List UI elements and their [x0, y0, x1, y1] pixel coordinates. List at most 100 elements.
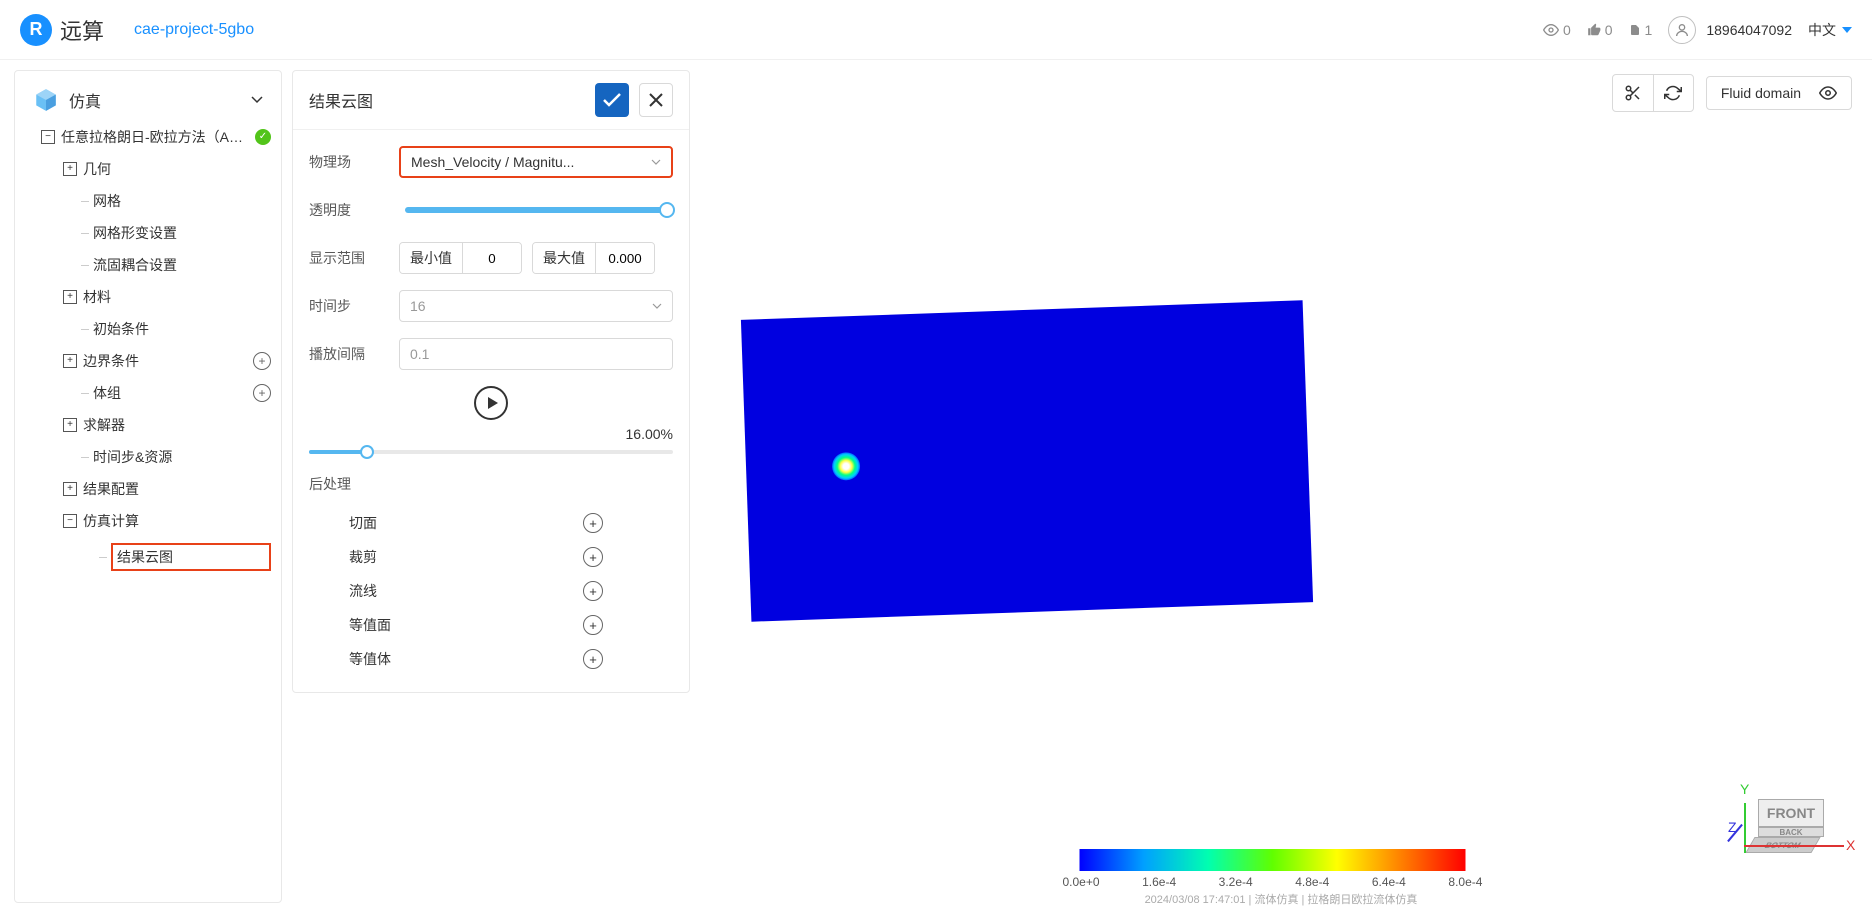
colorbar-tick: 6.4e-4 — [1372, 875, 1406, 889]
gizmo-front-face[interactable]: FRONT — [1758, 799, 1824, 827]
add-icon[interactable]: + — [253, 384, 271, 402]
simulation-result-surface — [741, 300, 1313, 621]
post-processing-item: 切面+ — [309, 506, 673, 540]
scissors-icon — [1624, 84, 1642, 102]
post-item-label: 裁剪 — [349, 547, 583, 567]
tree-item[interactable]: −仿真计算 — [21, 505, 275, 537]
file-icon — [1629, 23, 1641, 37]
user-section[interactable]: 18964047092 — [1668, 16, 1792, 44]
physics-field-select[interactable]: Mesh_Velocity / Magnitu... — [399, 146, 673, 178]
tree-item[interactable]: + 几何 — [21, 153, 275, 185]
add-icon[interactable]: + — [583, 615, 603, 635]
velocity-hotspot — [832, 452, 861, 481]
colorbar-tick: 8.0e-4 — [1448, 875, 1482, 889]
tree-item[interactable]: +求解器 — [21, 409, 275, 441]
tree-label: 材料 — [83, 287, 271, 307]
post-processing-item: 等值面+ — [309, 608, 673, 642]
tree-item[interactable]: 流固耦合设置 — [21, 249, 275, 281]
colorbar-ticks: 0.0e+01.6e-43.2e-44.8e-46.4e-48.0e-4 — [1063, 875, 1483, 889]
range-min-input[interactable] — [463, 243, 521, 273]
refresh-icon — [1664, 84, 1682, 102]
range-max-input[interactable] — [596, 243, 654, 273]
sidebar-title: 仿真 — [69, 88, 101, 112]
tree-item[interactable]: 网格形变设置 — [21, 217, 275, 249]
tree-collapse-icon[interactable]: − — [41, 130, 55, 144]
post-item-label: 切面 — [349, 513, 583, 533]
tree-label: 网格 — [93, 191, 271, 211]
interval-input[interactable]: 0.1 — [399, 338, 673, 370]
user-avatar-icon — [1668, 16, 1696, 44]
refresh-tool-button[interactable] — [1653, 75, 1693, 111]
project-name[interactable]: cae-project-5gbo — [134, 21, 254, 39]
tree-item[interactable]: +结果配置 — [21, 473, 275, 505]
play-icon — [488, 397, 498, 409]
add-icon[interactable]: + — [583, 649, 603, 669]
confirm-button[interactable] — [595, 83, 629, 117]
progress-percent: 16.00% — [309, 426, 673, 442]
timestep-select[interactable]: 16 — [399, 290, 673, 322]
thumbs-up-icon — [1587, 23, 1601, 37]
app-header: R 远算 cae-project-5gbo 0 0 1 18964047092 … — [0, 0, 1872, 60]
tree-item[interactable]: 体组 + — [21, 377, 275, 409]
header-right: 0 0 1 18964047092 中文 — [1543, 16, 1852, 44]
add-icon[interactable]: + — [583, 581, 603, 601]
close-button[interactable] — [639, 83, 673, 117]
tree-toggle-icon[interactable]: + — [63, 482, 77, 496]
tree-item[interactable]: 时间步&资源 — [21, 441, 275, 473]
play-button[interactable] — [474, 386, 508, 420]
tree-label: 流固耦合设置 — [93, 255, 271, 275]
viewport-3d[interactable]: Fluid domain 0.0e+01.6e-43.2e-44.8e-46.4… — [690, 60, 1872, 913]
physics-field-label: 物理场 — [309, 152, 399, 172]
tree-toggle-icon[interactable]: + — [63, 354, 77, 368]
colorbar-tick: 1.6e-4 — [1142, 875, 1176, 889]
tree-toggle-icon[interactable]: + — [63, 418, 77, 432]
tree-toggle-icon[interactable]: − — [63, 514, 77, 528]
sidebar-header[interactable]: 仿真 — [15, 79, 281, 121]
post-item-label: 等值体 — [349, 649, 583, 669]
transparency-slider[interactable] — [405, 207, 667, 213]
post-processing-item: 等值体+ — [309, 642, 673, 676]
colorbar-tick: 3.2e-4 — [1219, 875, 1253, 889]
tree-item[interactable]: +边界条件+ — [21, 345, 275, 377]
close-icon — [649, 93, 663, 107]
axis-x-label: X — [1846, 837, 1855, 853]
logo-text: 远算 — [60, 14, 104, 46]
interval-label: 播放间隔 — [309, 344, 399, 364]
language-select[interactable]: 中文 — [1808, 20, 1852, 40]
progress-slider[interactable] — [309, 450, 673, 454]
chevron-down-icon — [652, 303, 662, 309]
tree-item[interactable]: + 材料 — [21, 281, 275, 313]
tree-toggle-icon[interactable]: + — [63, 290, 77, 304]
axes-gizmo[interactable]: FRONT BACK BOTTOM Y X Z — [1736, 767, 1856, 887]
add-icon[interactable]: + — [253, 352, 271, 370]
viewport-footer: 2024/03/08 17:47:01 | 流体仿真 | 拉格朗日欧拉流体仿真 — [1080, 891, 1483, 907]
tree-label: 几何 — [83, 159, 271, 179]
axis-y-label: Y — [1740, 781, 1749, 797]
tree-label: 仿真计算 — [83, 511, 271, 531]
tree-root-item[interactable]: − 任意拉格朗日-欧拉方法（ALE... ✓ — [21, 121, 275, 153]
add-icon[interactable]: + — [583, 547, 603, 567]
logo[interactable]: R 远算 — [20, 14, 104, 46]
chevron-down-icon — [251, 96, 263, 104]
range-max: 最大值 — [532, 242, 655, 274]
tree-item[interactable]: 初始条件 — [21, 313, 275, 345]
colorbar: 0.0e+01.6e-43.2e-44.8e-46.4e-48.0e-4 202… — [1080, 849, 1483, 907]
range-min: 最小值 — [399, 242, 522, 274]
eye-icon — [1819, 84, 1837, 102]
tree-label: 体组 — [93, 383, 247, 403]
post-processing-item: 流线+ — [309, 574, 673, 608]
cube-icon — [33, 87, 59, 113]
tree-toggle-icon[interactable]: + — [63, 162, 77, 176]
add-icon[interactable]: + — [583, 513, 603, 533]
tree-item[interactable]: 网格 — [21, 185, 275, 217]
post-item-label: 流线 — [349, 581, 583, 601]
cut-tool-button[interactable] — [1613, 75, 1653, 111]
axis-z-label: Z — [1728, 819, 1737, 835]
tree-label: 时间步&资源 — [93, 447, 271, 467]
gizmo-back-face[interactable]: BACK — [1758, 827, 1824, 837]
tree-item[interactable]: 结果云图 — [21, 537, 275, 577]
range-label: 显示范围 — [309, 248, 399, 268]
colorbar-gradient — [1080, 849, 1466, 871]
domain-badge[interactable]: Fluid domain — [1706, 76, 1852, 110]
chevron-down-icon — [651, 159, 661, 165]
